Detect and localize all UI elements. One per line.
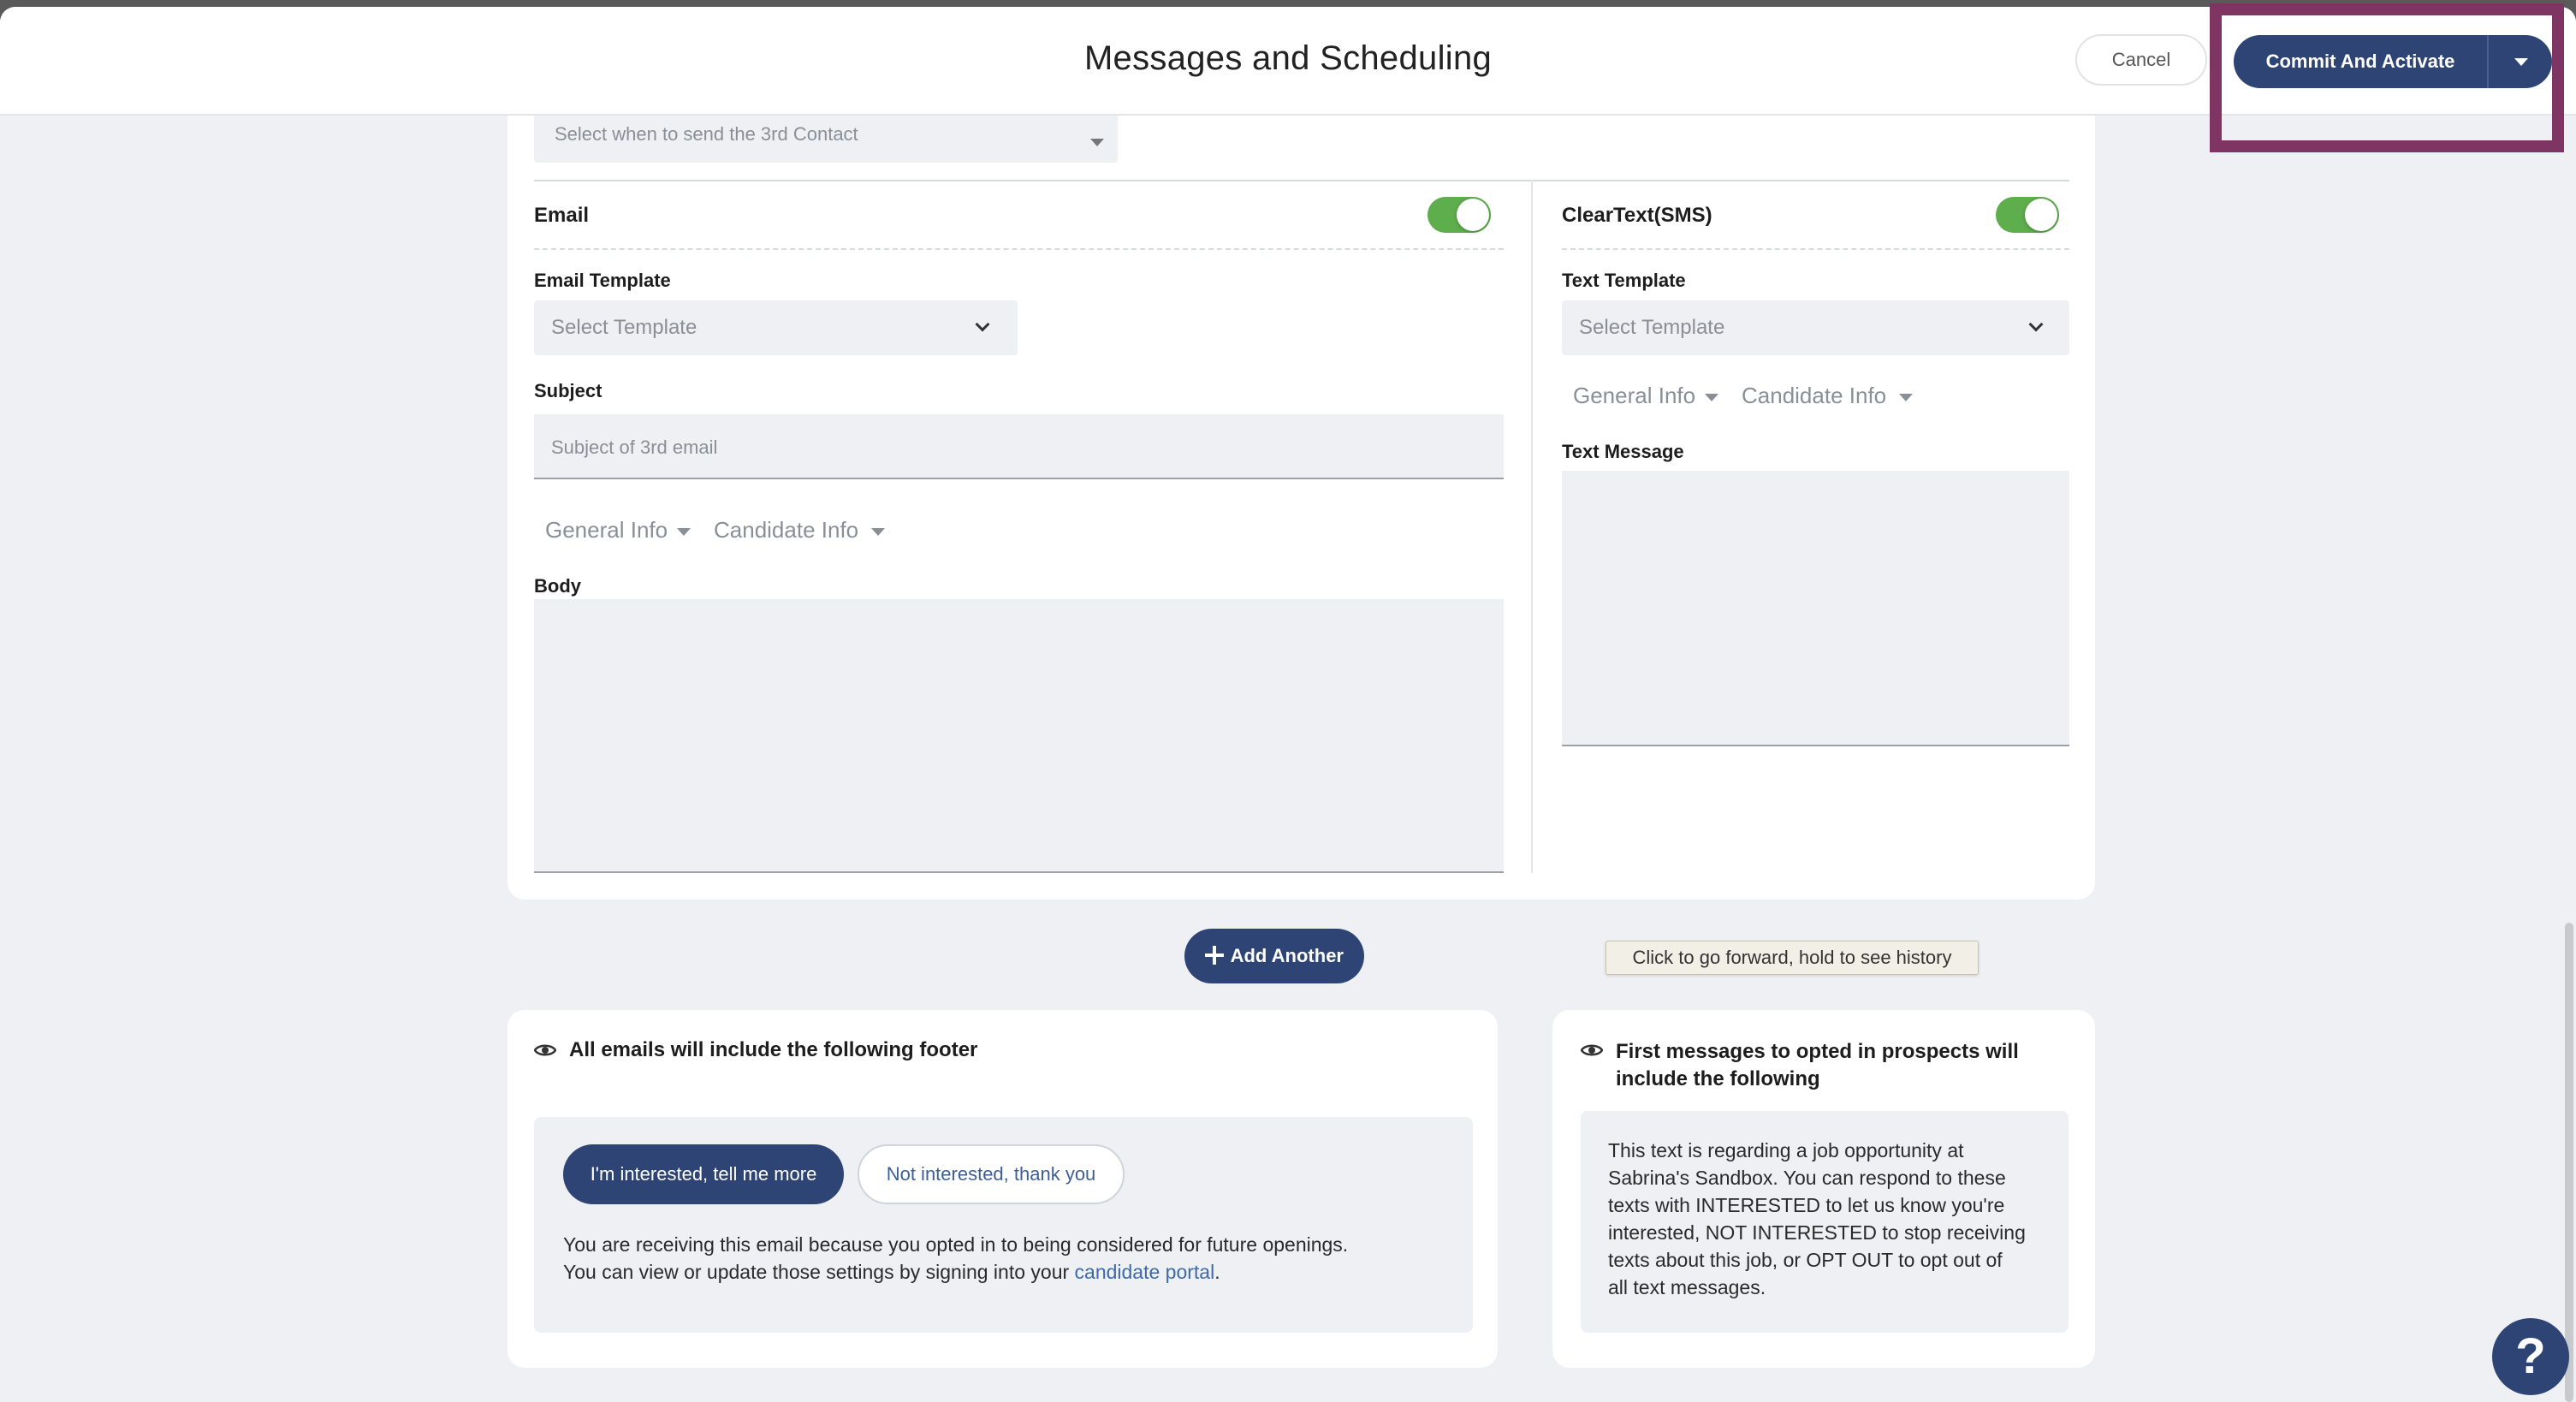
text-template-label: Text Template xyxy=(1562,270,1686,291)
email-toggle[interactable] xyxy=(1427,197,1491,233)
tooltip: Click to go forward, hold to see history xyxy=(1606,941,1979,975)
email-section-title: Email xyxy=(534,204,590,227)
toggle-knob xyxy=(2025,199,2057,231)
sms-footer-card: First messages to opted in prospects wil… xyxy=(1552,1010,2095,1368)
caret-down-icon xyxy=(1899,394,1913,401)
highlight-annotation xyxy=(2210,3,2564,152)
footer-line-1: You are receiving this email because you… xyxy=(563,1233,1349,1256)
chevron-down-icon xyxy=(1090,139,1104,146)
toggle-knob xyxy=(1457,199,1489,231)
sms-toggle[interactable] xyxy=(1996,197,2059,233)
sms-footer-heading: First messages to opted in prospects wil… xyxy=(1616,1038,2019,1093)
not-interested-button[interactable]: Not interested, thank you xyxy=(858,1144,1125,1204)
plus-icon xyxy=(1205,946,1224,965)
footer-line-2-suffix: . xyxy=(1214,1261,1220,1283)
sms-candidate-info-dropdown[interactable]: Candidate Info xyxy=(1742,383,1886,409)
email-footer-card: All emails will include the following fo… xyxy=(507,1010,1498,1368)
interested-label: I'm interested, tell me more xyxy=(590,1163,817,1185)
email-footer-preview: I'm interested, tell me more Not interes… xyxy=(534,1117,1473,1333)
sms-footer-text: This text is regarding a job opportunity… xyxy=(1608,1137,2062,1301)
help-label: ? xyxy=(2515,1328,2546,1384)
candidate-info-label: Candidate Info xyxy=(1742,383,1887,408)
caret-down-icon xyxy=(677,528,691,536)
general-info-label: General Info xyxy=(1573,383,1696,408)
divider xyxy=(534,180,2069,181)
message-card: Select when to send the 3rd Contact Emai… xyxy=(507,7,2095,900)
not-interested-label: Not interested, thank you xyxy=(886,1163,1096,1185)
subject-placeholder: Subject of 3rd email xyxy=(551,437,718,458)
sms-footer-line: all text messages. xyxy=(1608,1276,1766,1298)
sms-footer-line: interested, NOT INTERESTED to stop recei… xyxy=(1608,1221,2026,1244)
email-divider xyxy=(534,248,1504,250)
eye-icon xyxy=(534,1044,556,1056)
scrollbar[interactable] xyxy=(2565,923,2573,1402)
text-template-placeholder: Select Template xyxy=(1579,316,1725,339)
text-template-select[interactable]: Select Template xyxy=(1562,300,2069,355)
app-window: Select when to send the 3rd Contact Emai… xyxy=(0,7,2576,1402)
sms-message-textarea[interactable] xyxy=(1562,471,2069,746)
email-template-placeholder: Select Template xyxy=(551,316,697,339)
sms-section-title: ClearText(SMS) xyxy=(1562,204,1712,227)
send-when-placeholder: Select when to send the 3rd Contact xyxy=(555,123,858,145)
add-another-button[interactable]: Add Another xyxy=(1184,929,1364,983)
subject-label: Subject xyxy=(534,380,602,401)
sms-footer-line: This text is regarding a job opportunity… xyxy=(1608,1139,1964,1161)
subject-input[interactable]: Subject of 3rd email xyxy=(534,414,1504,479)
interested-button[interactable]: I'm interested, tell me more xyxy=(563,1144,844,1204)
sms-divider xyxy=(1562,248,2069,250)
chevron-down-icon xyxy=(975,317,990,332)
general-info-label: General Info xyxy=(545,517,668,543)
chevron-down-icon xyxy=(2028,317,2044,332)
email-footer-text: You are receiving this email because you… xyxy=(563,1231,1453,1286)
caret-down-icon xyxy=(871,528,885,536)
sms-footer-heading-line-1: First messages to opted in prospects wil… xyxy=(1616,1040,2019,1063)
cancel-label: Cancel xyxy=(2111,49,2171,70)
candidate-portal-link[interactable]: candidate portal xyxy=(1075,1261,1215,1283)
send-when-select[interactable]: Select when to send the 3rd Contact xyxy=(534,108,1118,163)
sms-footer-line: texts with INTERESTED to let us know you… xyxy=(1608,1194,2005,1216)
sms-footer-heading-line-2: include the following xyxy=(1616,1067,1820,1090)
sms-footer-line: Sabrina's Sandbox. You can respond to th… xyxy=(1608,1167,2006,1189)
sms-general-info-dropdown[interactable]: General Info xyxy=(1573,383,1695,409)
cancel-button[interactable]: Cancel xyxy=(2075,34,2207,86)
email-template-select[interactable]: Select Template xyxy=(534,300,1018,355)
candidate-info-label: Candidate Info xyxy=(714,517,859,543)
email-general-info-dropdown[interactable]: General Info xyxy=(545,517,668,544)
body-label: Body xyxy=(534,575,581,597)
caret-down-icon xyxy=(1705,394,1718,401)
footer-line-2: You can view or update those settings by… xyxy=(563,1258,1453,1286)
help-button[interactable]: ? xyxy=(2492,1318,2569,1395)
column-divider xyxy=(1531,180,1533,873)
footer-line-2-prefix: You can view or update those settings by… xyxy=(563,1261,1075,1283)
email-candidate-info-dropdown[interactable]: Candidate Info xyxy=(714,517,858,544)
text-message-label: Text Message xyxy=(1562,441,1684,462)
eye-icon xyxy=(1581,1044,1603,1056)
email-footer-heading: All emails will include the following fo… xyxy=(569,1038,978,1061)
email-template-label: Email Template xyxy=(534,270,671,291)
sms-footer-preview: This text is regarding a job opportunity… xyxy=(1581,1111,2069,1333)
sms-footer-line: texts about this job, or OPT OUT to opt … xyxy=(1608,1249,2003,1271)
email-body-textarea[interactable] xyxy=(534,599,1504,873)
add-another-label: Add Another xyxy=(1230,945,1344,966)
modal-header: Messages and Scheduling Cancel Commit An… xyxy=(0,7,2576,116)
